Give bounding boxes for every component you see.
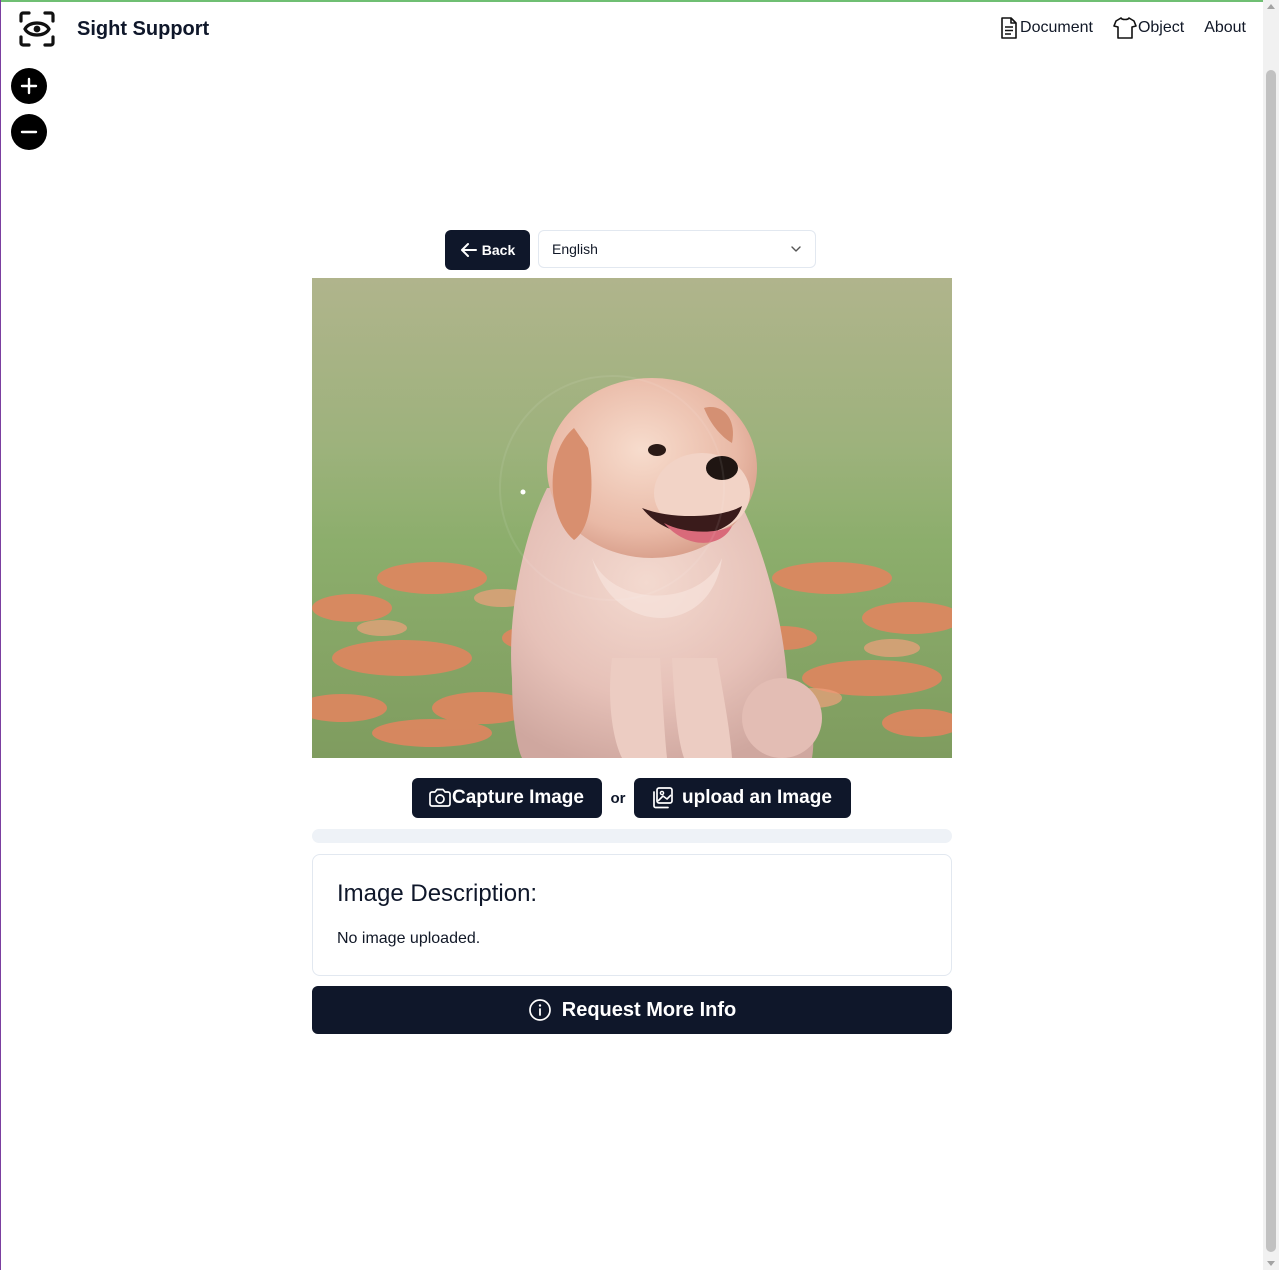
nav-about-label: About	[1204, 19, 1246, 36]
eye-scan-logo-icon[interactable]	[18, 10, 56, 48]
window-top-border	[0, 0, 1279, 2]
camera-icon	[429, 788, 451, 807]
zoom-out-button[interactable]	[11, 114, 47, 150]
image-description-text: No image uploaded.	[337, 930, 481, 947]
language-select[interactable]: English	[538, 230, 816, 268]
capture-image-label: Capture Image	[452, 787, 584, 808]
progress-bar	[312, 829, 952, 843]
nav-about[interactable]: About	[1204, 19, 1246, 37]
top-controls: Back English	[445, 230, 816, 270]
vertical-scrollbar[interactable]	[1263, 0, 1279, 1270]
language-selected-value: English	[552, 241, 598, 257]
brand-title: Sight Support	[77, 18, 210, 40]
upload-image-button[interactable]: upload an Image	[634, 778, 851, 818]
back-button-label: Back	[481, 242, 516, 258]
chevron-down-icon	[791, 246, 801, 252]
minus-icon	[20, 130, 38, 134]
image-description-card: Image Description: No image uploaded.	[312, 854, 952, 976]
capture-image-button[interactable]: Capture Image	[412, 778, 602, 818]
puppy-photo	[312, 278, 952, 758]
image-actions: Capture Image or upload an Image	[412, 778, 851, 818]
request-more-info-label: Request More Info	[561, 998, 737, 1021]
request-more-info-button[interactable]: Request More Info	[312, 986, 952, 1034]
back-button[interactable]: Back	[445, 230, 530, 270]
info-icon	[528, 999, 551, 1021]
or-separator: or	[610, 789, 626, 807]
nav-object[interactable]: Object	[1113, 16, 1184, 40]
top-nav: Document Object About	[999, 16, 1246, 40]
image-description-title: Image Description:	[337, 880, 538, 907]
window-left-border	[0, 0, 1, 1270]
document-icon	[1001, 17, 1017, 39]
nav-document-label: Document	[1020, 19, 1093, 36]
scroll-up-arrow-icon[interactable]	[1267, 4, 1275, 9]
nav-document[interactable]: Document	[999, 16, 1093, 40]
shirt-icon	[1113, 17, 1137, 39]
image-gallery-icon	[653, 787, 673, 809]
nav-object-label: Object	[1137, 19, 1185, 36]
scroll-down-arrow-icon[interactable]	[1267, 1261, 1275, 1266]
zoom-in-button[interactable]	[11, 68, 47, 104]
scrollbar-thumb[interactable]	[1266, 70, 1276, 1252]
plus-icon	[20, 77, 38, 95]
arrow-left-icon	[460, 243, 477, 257]
upload-image-label: upload an Image	[682, 787, 832, 808]
